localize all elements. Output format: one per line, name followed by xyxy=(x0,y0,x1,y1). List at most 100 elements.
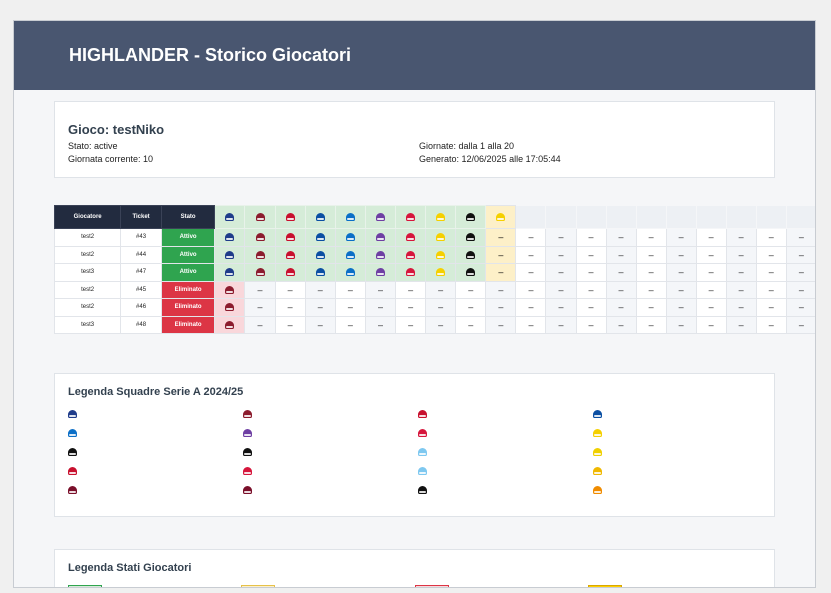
pick-cell: – xyxy=(605,280,637,299)
pick-cell xyxy=(304,228,336,247)
player-name: test2 xyxy=(54,228,122,247)
app-window: HIGHLANDER - Storico Giocatori Gioco: te… xyxy=(13,20,816,588)
pick-cell xyxy=(334,228,366,247)
team-legend-item xyxy=(418,447,593,457)
pick-cell xyxy=(364,228,397,247)
pick-cell: – xyxy=(334,315,366,334)
pick-cell: – xyxy=(605,245,637,264)
team-legend-item xyxy=(243,409,418,419)
pick-cell: – xyxy=(725,263,757,282)
team-jersey-icon xyxy=(68,486,77,494)
team-jersey-icon xyxy=(466,250,476,259)
pick-cell xyxy=(334,263,366,282)
team-legend-item xyxy=(593,466,768,476)
pick-cell: – xyxy=(575,228,607,247)
pick-cell: – xyxy=(695,280,727,299)
status-swatch xyxy=(414,585,449,587)
pick-cell: – xyxy=(785,263,815,282)
pick-cell: – xyxy=(605,228,637,247)
pick-cell xyxy=(395,263,427,282)
status-legend-item: In Gara xyxy=(241,585,414,587)
pick-cell xyxy=(395,245,427,264)
team-jersey-icon xyxy=(315,213,325,221)
team-jersey-icon xyxy=(225,250,235,259)
team-jersey-icon xyxy=(225,285,235,294)
ticket-number: #48 xyxy=(120,315,162,334)
round-header xyxy=(425,205,457,229)
game-info-card: Gioco: testNiko Stato: active Giornate: … xyxy=(54,101,775,178)
table-row: test2 #45 Eliminato – – – – – – – – – – – – – – – – – – – xyxy=(54,280,815,299)
round-header xyxy=(545,205,577,229)
round-header xyxy=(274,205,306,229)
history-table-wrapper[interactable]: Giocatore Ticket Stato test2 #43 Attivo – – –… xyxy=(54,205,815,334)
status-swatch xyxy=(241,585,276,587)
pick-cell: – xyxy=(515,245,547,264)
pick-cell xyxy=(274,245,306,264)
team-legend-item xyxy=(243,485,418,495)
game-title: Gioco: testNiko xyxy=(68,122,165,137)
pick-cell: – xyxy=(515,315,547,334)
pick-cell: – xyxy=(485,228,517,247)
team-jersey-icon xyxy=(466,233,476,242)
pick-cell: – xyxy=(755,298,787,317)
pick-cell: – xyxy=(545,298,577,317)
pick-cell xyxy=(425,245,457,264)
pick-cell: – xyxy=(665,228,697,247)
pick-cell: – xyxy=(334,298,366,317)
team-jersey-icon xyxy=(285,233,295,242)
pick-cell: – xyxy=(575,280,607,299)
team-jersey-icon xyxy=(418,486,427,494)
player-name: test2 xyxy=(54,245,122,264)
team-legend-item xyxy=(68,485,243,495)
team-jersey-icon xyxy=(243,429,252,437)
pick-cell: – xyxy=(545,280,577,299)
teams-legend-title: Legenda Squadre Serie A 2024/25 xyxy=(68,386,244,398)
pick-cell: – xyxy=(605,263,637,282)
team-jersey-icon xyxy=(225,233,235,242)
pick-cell: – xyxy=(485,263,517,282)
team-jersey-icon xyxy=(225,268,235,277)
pick-cell xyxy=(214,298,246,317)
pick-cell: – xyxy=(425,298,457,317)
team-jersey-icon xyxy=(593,448,602,456)
pick-cell: – xyxy=(725,245,757,264)
team-legend-item xyxy=(243,447,418,457)
history-table: Giocatore Ticket Stato test2 #43 Attivo – – –… xyxy=(54,205,815,334)
pick-cell: – xyxy=(635,245,667,264)
pick-cell: – xyxy=(274,315,306,334)
status-legend-item: Superato xyxy=(68,585,241,587)
team-legend-item xyxy=(418,409,593,419)
pick-cell: – xyxy=(695,298,727,317)
team-jersey-icon xyxy=(593,467,602,475)
pick-cell: – xyxy=(665,280,697,299)
generated-at: Generato: 12/06/2025 alle 17:05:44 xyxy=(419,154,561,164)
pick-cell: – xyxy=(755,315,787,334)
team-legend-item xyxy=(68,447,243,457)
pick-cell: – xyxy=(575,245,607,264)
team-jersey-icon xyxy=(68,467,77,475)
team-jersey-icon xyxy=(345,268,355,277)
team-jersey-icon xyxy=(436,250,446,259)
team-legend-item xyxy=(593,485,768,495)
pick-cell: – xyxy=(635,298,667,317)
pick-cell xyxy=(364,245,397,264)
pick-cell: – xyxy=(244,298,276,317)
status-badge: Eliminato xyxy=(160,298,216,317)
team-jersey-icon xyxy=(375,250,385,259)
status-legend-card: Legenda Stati Giocatori Superato In Gara E… xyxy=(54,549,775,587)
team-legend-item xyxy=(68,466,243,476)
team-legend-item xyxy=(68,409,243,419)
table-row: test2 #43 Attivo – – – – – – – – – – – xyxy=(54,228,815,247)
pick-cell: – xyxy=(635,280,667,299)
ticket-number: #47 xyxy=(120,263,162,282)
team-jersey-icon xyxy=(375,233,385,242)
pick-cell: – xyxy=(304,280,336,299)
round-header xyxy=(334,205,366,229)
pick-cell: – xyxy=(425,280,457,299)
team-legend-item xyxy=(418,428,593,438)
team-jersey-icon xyxy=(375,213,385,221)
team-jersey-icon xyxy=(285,250,295,259)
team-jersey-icon xyxy=(68,410,77,418)
table-row: test3 #47 Attivo – – – – – – – – – – – xyxy=(54,263,815,282)
pick-cell xyxy=(455,228,487,247)
